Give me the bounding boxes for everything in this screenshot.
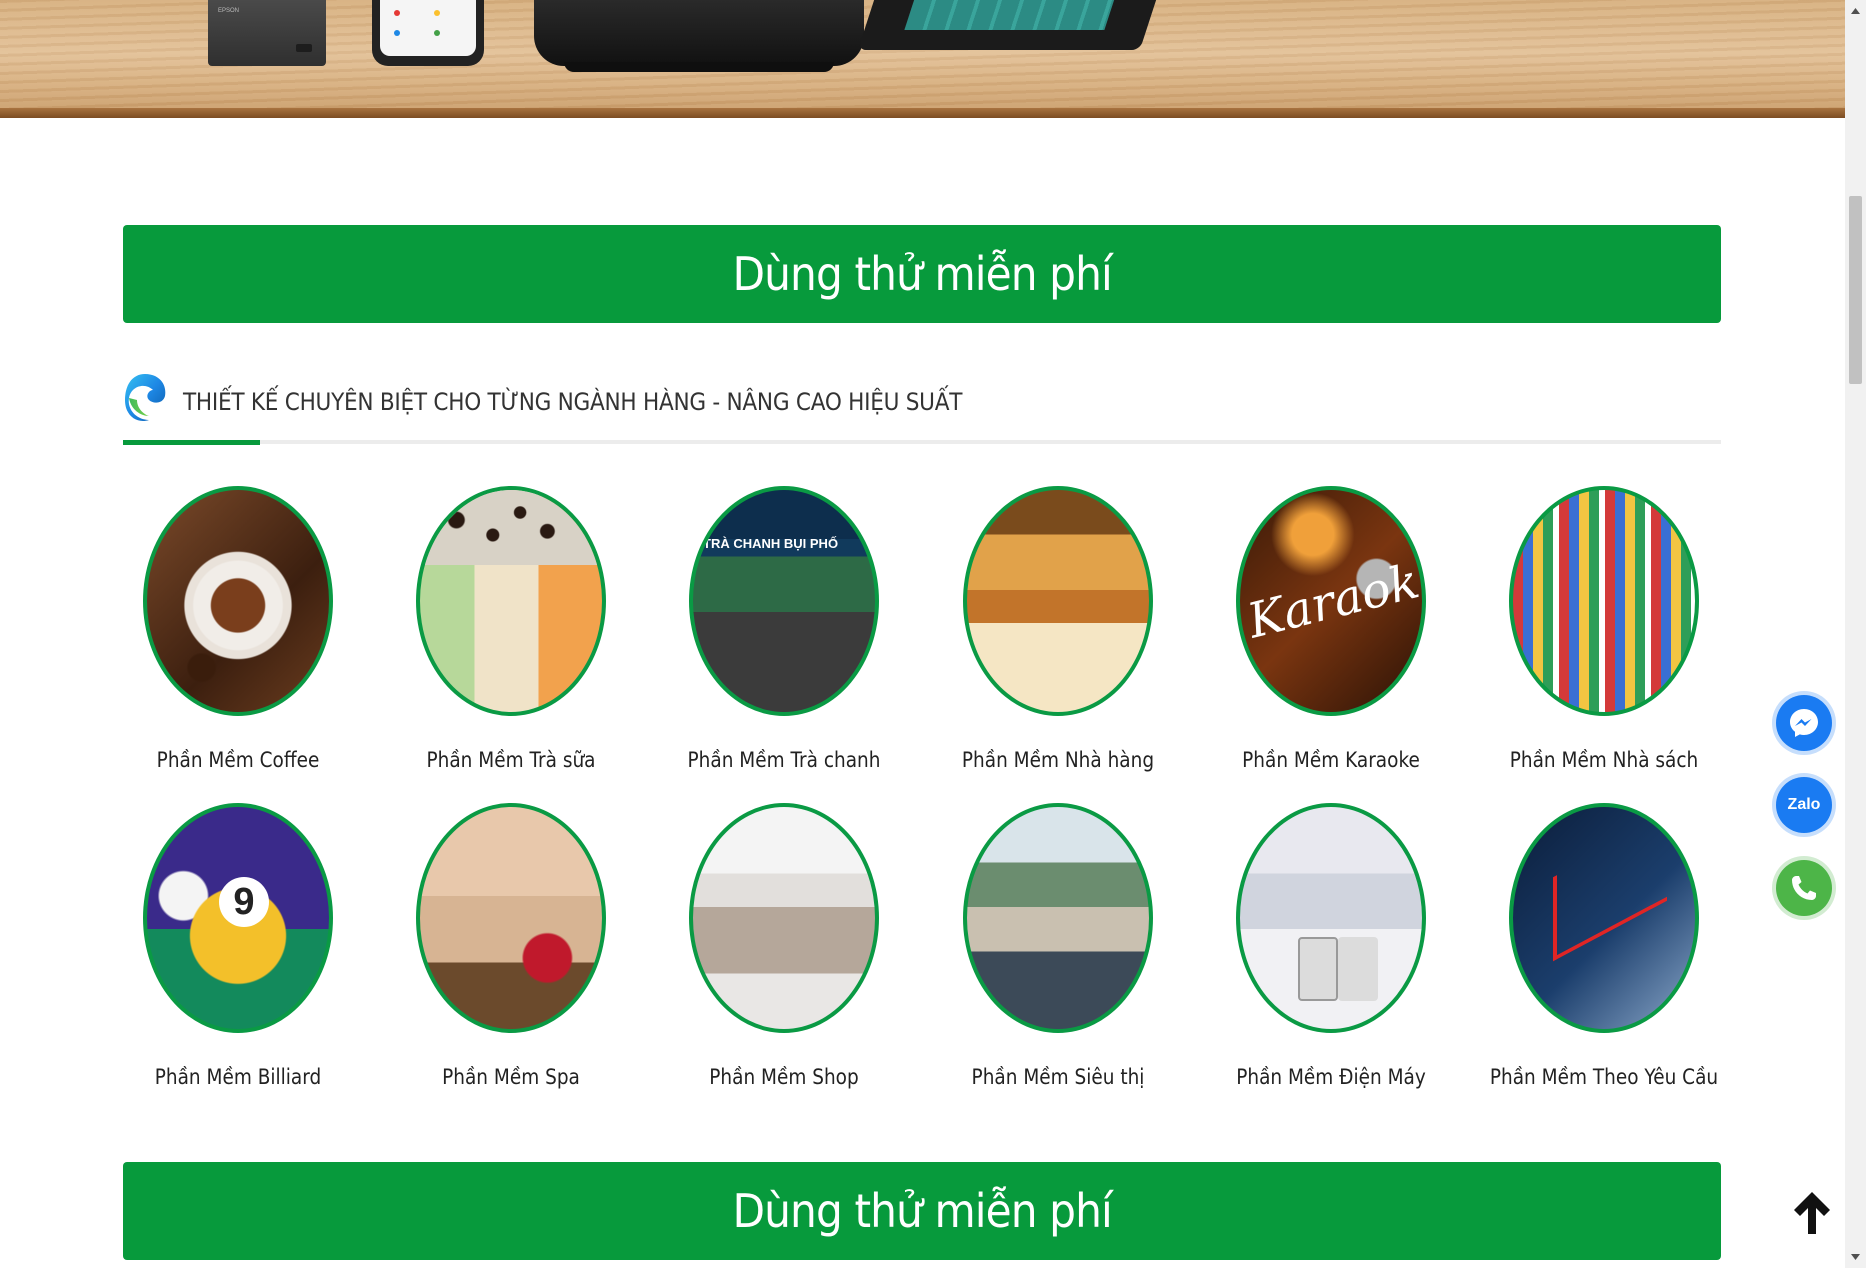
scrollbar-thumb[interactable] <box>1849 196 1862 384</box>
section-title: THIẾT KẾ CHUYÊN BIỆT CHO TỪNG NGÀNH HÀNG… <box>183 388 963 416</box>
shop-image <box>689 803 879 1033</box>
banner-wood-edge <box>0 108 1845 118</box>
product-label: Phần Mềm Trà chanh <box>687 748 881 772</box>
product-card-lemon-tea[interactable]: Phần Mềm Trà chanh <box>669 486 899 786</box>
product-card-bookstore[interactable]: Phần Mềm Nhà sách <box>1489 486 1719 786</box>
section-header: THIẾT KẾ CHUYÊN BIỆT CHO TỪNG NGÀNH HÀNG… <box>123 372 1721 446</box>
section-divider <box>123 440 1721 444</box>
page: EPSON Dùng thử miễn phí THIẾT KẾ CHUYÊN … <box>0 0 1866 1268</box>
electronics-image <box>1236 803 1426 1033</box>
pos-terminal-image <box>534 0 864 72</box>
edge-logo-icon <box>125 374 166 422</box>
bookstore-image <box>1509 486 1699 716</box>
supermarket-image <box>963 803 1153 1033</box>
zalo-label: Zalo <box>1787 796 1821 813</box>
product-card-billiard[interactable]: Phần Mềm Billiard <box>123 803 353 1103</box>
arrow-up-icon <box>1794 1192 1830 1234</box>
free-trial-button-top[interactable]: Dùng thử miễn phí <box>123 225 1721 323</box>
product-label: Phần Mềm Siêu thị <box>971 1065 1145 1089</box>
product-card-restaurant[interactable]: Phần Mềm Nhà hàng <box>943 486 1173 786</box>
product-card-supermarket[interactable]: Phần Mềm Siêu thị <box>943 803 1173 1103</box>
section-divider-accent <box>123 440 260 445</box>
product-label: Phần Mềm Điện Máy <box>1236 1065 1426 1089</box>
messenger-icon <box>1790 709 1818 737</box>
product-label: Phần Mềm Nhà sách <box>1509 748 1699 772</box>
free-trial-button-bottom[interactable]: Dùng thử miễn phí <box>123 1162 1721 1260</box>
printer-brand-label: EPSON <box>218 8 240 14</box>
spa-image <box>416 803 606 1033</box>
restaurant-image <box>963 486 1153 716</box>
scroll-up-arrow-icon[interactable] <box>1849 4 1862 18</box>
hero-banner: EPSON <box>0 0 1845 118</box>
product-label: Phần Mềm Nhà hàng <box>961 748 1155 772</box>
karaoke-image <box>1236 486 1426 716</box>
scrollbar-track[interactable] <box>1845 0 1866 1268</box>
product-label: Phần Mềm Karaoke <box>1242 748 1420 772</box>
product-label: Phần Mềm Billiard <box>154 1065 322 1089</box>
product-label: Phần Mềm Trà sữa <box>426 748 596 772</box>
phone-image <box>372 0 484 66</box>
free-trial-label: Dùng thử miễn phí <box>732 247 1112 301</box>
free-trial-label: Dùng thử miễn phí <box>732 1184 1112 1238</box>
product-card-electronics[interactable]: Phần Mềm Điện Máy <box>1216 803 1446 1103</box>
custom-software-image <box>1509 803 1699 1033</box>
messenger-button[interactable] <box>1776 695 1832 751</box>
zalo-button[interactable]: Zalo <box>1776 777 1832 833</box>
product-label: Phần Mềm Shop <box>709 1065 859 1089</box>
back-to-top-button[interactable] <box>1792 1190 1832 1236</box>
product-card-shop[interactable]: Phần Mềm Shop <box>669 803 899 1103</box>
scroll-down-arrow-icon[interactable] <box>1849 1250 1862 1264</box>
product-label: Phần Mềm Spa <box>442 1065 580 1089</box>
phone-button[interactable] <box>1776 860 1832 916</box>
product-card-spa[interactable]: Phần Mềm Spa <box>396 803 626 1103</box>
product-card-custom[interactable]: Phần Mềm Theo Yêu Cầu <box>1489 803 1719 1103</box>
billiard-image <box>143 803 333 1033</box>
product-card-coffee[interactable]: Phần Mềm Coffee <box>123 486 353 786</box>
product-label: Phần Mềm Coffee <box>156 748 320 772</box>
phone-icon <box>1792 876 1816 900</box>
product-label: Phần Mềm Theo Yêu Cầu <box>1489 1065 1719 1089</box>
lemon-tea-image <box>689 486 879 716</box>
coffee-image <box>143 486 333 716</box>
product-card-milk-tea[interactable]: Phần Mềm Trà sữa <box>396 486 626 786</box>
receipt-printer-image: EPSON <box>208 0 326 66</box>
product-card-karaoke[interactable]: Phần Mềm Karaoke <box>1216 486 1446 786</box>
milk-tea-image <box>416 486 606 716</box>
tablet-image <box>857 0 1157 50</box>
